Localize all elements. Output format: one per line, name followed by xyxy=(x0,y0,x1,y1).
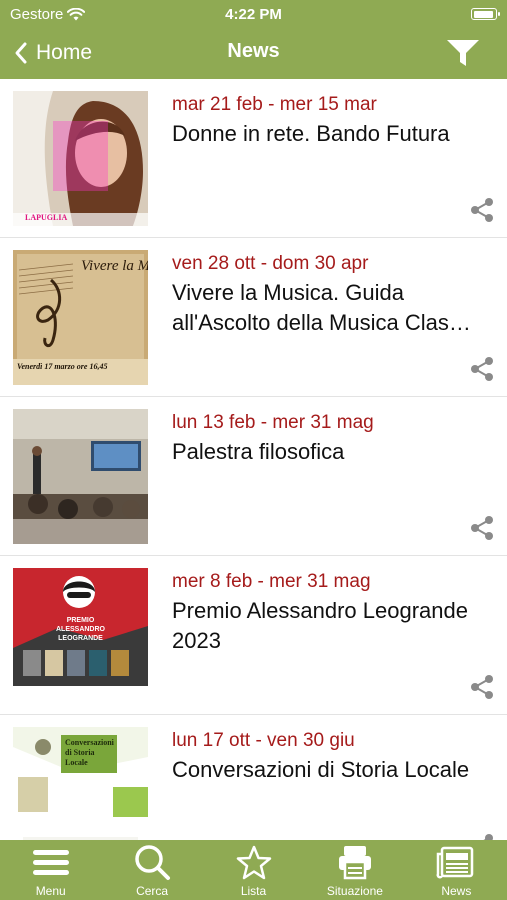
tab-label: News xyxy=(441,884,472,898)
tab-situation[interactable]: Situazione xyxy=(304,840,405,900)
search-icon xyxy=(135,845,171,880)
battery-icon xyxy=(471,8,500,20)
thumb-caption: Conversazioni di Storia Locale xyxy=(65,738,114,767)
share-icon[interactable] xyxy=(469,515,495,541)
tab-label: Menu xyxy=(35,884,66,898)
news-date: lun 13 feb - mer 31 mag xyxy=(172,412,374,433)
news-thumbnail: LAPUGLIA xyxy=(13,91,148,226)
page-title: News xyxy=(227,40,280,62)
star-icon xyxy=(236,845,271,880)
news-item[interactable]: PREMIO ALESSANDRO LEOGRANDE mer 8 feb - … xyxy=(0,556,507,715)
news-thumbnail: Vivere la M Venerdì 17 marzo ore 16,45 xyxy=(13,250,148,385)
tab-news[interactable]: News xyxy=(406,840,507,900)
thumb-caption: Vivere la M xyxy=(81,258,148,274)
share-icon[interactable] xyxy=(469,833,495,840)
share-icon[interactable] xyxy=(469,674,495,700)
woman-portrait-image xyxy=(13,91,148,226)
news-icon xyxy=(436,846,474,879)
tab-menu[interactable]: Menu xyxy=(0,840,101,900)
news-date: lun 17 ott - ven 30 giu xyxy=(172,730,355,751)
news-list[interactable]: LAPUGLIA mar 21 feb - mer 15 mar Donne i… xyxy=(0,79,507,840)
news-item[interactable]: Conversazioni di Storia Locale lun 17 ot… xyxy=(0,715,507,840)
top-bar: Gestore 4:22 PM Home News xyxy=(0,0,507,79)
tab-search[interactable]: Cerca xyxy=(101,840,202,900)
news-title: Conversazioni di Storia Locale xyxy=(172,757,470,782)
tab-list[interactable]: Lista xyxy=(203,840,304,900)
situation-icon xyxy=(338,846,371,880)
filter-button[interactable] xyxy=(443,36,483,70)
news-date: ven 28 ott - dom 30 apr xyxy=(172,253,369,274)
tab-label: Lista xyxy=(240,884,267,898)
news-title: Premio Alessandro Leogrande 2023 xyxy=(172,598,468,653)
news-thumbnail: Conversazioni di Storia Locale xyxy=(13,727,148,840)
news-thumbnail xyxy=(13,409,148,544)
filter-icon xyxy=(447,40,479,66)
news-thumbnail: PREMIO ALESSANDRO LEOGRANDE xyxy=(13,568,148,703)
news-item[interactable]: LAPUGLIA mar 21 feb - mer 15 mar Donne i… xyxy=(0,79,507,238)
thumb-caption: PREMIO ALESSANDRO LEOGRANDE xyxy=(55,617,105,642)
thumb-caption: LAPUGLIA xyxy=(25,213,68,222)
news-date: mer 8 feb - mer 31 mag xyxy=(172,571,371,592)
status-time: 4:22 PM xyxy=(225,6,282,23)
news-item[interactable]: lun 13 feb - mer 31 mag Palestra filosof… xyxy=(0,397,507,556)
thumb-subcaption: Venerdì 17 marzo ore 16,45 xyxy=(17,362,108,371)
news-title: Vivere la Musica. Guida all'Ascolto dell… xyxy=(172,280,471,335)
tab-bar: Menu Cerca Lista Situazione News xyxy=(0,840,507,900)
classroom-photo-image xyxy=(13,409,148,544)
news-date: mar 21 feb - mer 15 mar xyxy=(172,94,377,115)
share-icon[interactable] xyxy=(469,356,495,382)
news-item[interactable]: Vivere la M Venerdì 17 marzo ore 16,45 v… xyxy=(0,238,507,397)
share-icon[interactable] xyxy=(469,197,495,223)
tab-label: Situazione xyxy=(326,884,383,898)
news-title: Palestra filosofica xyxy=(172,439,345,464)
menu-icon xyxy=(32,850,69,875)
tab-label: Cerca xyxy=(136,884,169,898)
news-title: Donne in rete. Bando Futura xyxy=(172,121,450,146)
